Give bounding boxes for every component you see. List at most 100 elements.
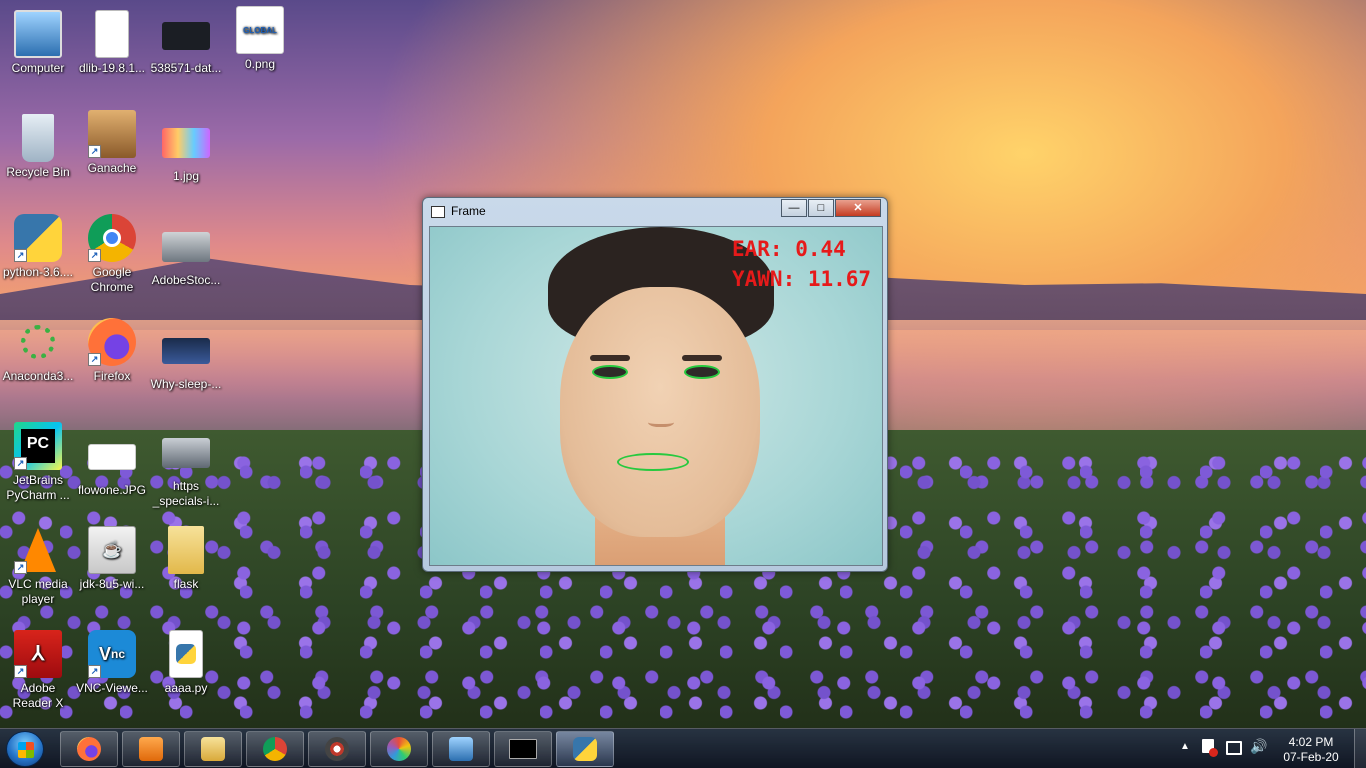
minimize-button[interactable]: — (781, 199, 807, 217)
start-button[interactable] (6, 731, 44, 767)
desktop-icon-label: VNC-Viewe... (76, 681, 148, 695)
frame-window[interactable]: Frame — □ ✕ EAR: 0.44 YAWN: 11.67 (422, 197, 888, 572)
desktop-icon-jdk[interactable]: ☕ jdk-8u5-wi... (74, 526, 150, 592)
network-app-icon (325, 737, 349, 761)
desktop-icon-pycharm[interactable]: PC ↗ JetBrains PyCharm ... (0, 422, 76, 503)
maximize-button[interactable]: □ (808, 199, 834, 217)
image-icon: GLOBAL (236, 6, 284, 54)
desktop-icon-label: python-3.6.... (2, 265, 74, 279)
desktop-icon-label: jdk-8u5-wi... (79, 577, 145, 591)
desktop-icon-why-sleep[interactable]: Why-sleep-... (148, 330, 224, 392)
clock-date: 07-Feb-20 (1283, 750, 1339, 764)
network-icon[interactable] (1226, 741, 1242, 755)
chrome-icon (263, 737, 287, 761)
video-frame: EAR: 0.44 YAWN: 11.67 (429, 226, 883, 566)
vlc-icon: ↗ (14, 526, 62, 574)
desktop-icon-google-chrome[interactable]: ↗ Google Chrome (74, 214, 150, 295)
desktop-icon-1jpg[interactable]: 1.jpg (148, 122, 224, 184)
right-eye-contour (684, 365, 720, 379)
image-icon (88, 444, 136, 470)
taskbar-firefox[interactable] (60, 731, 118, 767)
window-title: Frame (451, 204, 486, 218)
shortcut-arrow-icon: ↗ (14, 665, 27, 678)
desktop-icon-dlib[interactable]: dlib-19.8.1... (74, 10, 150, 76)
anaconda-icon (14, 318, 62, 366)
desktop-icon-label: Google Chrome (90, 265, 134, 294)
desktop-icon-label: Firefox (93, 369, 131, 383)
ear-readout: EAR: 0.44 (732, 237, 846, 261)
media-player-icon (139, 737, 163, 761)
desktop-icon-computer[interactable]: Computer (0, 10, 76, 76)
taskbar-control-panel[interactable] (432, 731, 490, 767)
computer-icon (14, 10, 62, 58)
cmd-icon (509, 739, 537, 759)
desktop-icon-label: 538571-dat... (150, 61, 222, 75)
shortcut-arrow-icon: ↗ (88, 249, 101, 262)
action-center-flag-icon[interactable] (1202, 739, 1218, 757)
taskbar-chrome[interactable] (246, 731, 304, 767)
desktop-icon-label: Why-sleep-... (150, 377, 222, 391)
desktop-icon-0png[interactable]: GLOBAL 0.png (222, 6, 298, 72)
shortcut-arrow-icon: ↗ (88, 353, 101, 366)
firefox-icon: ↗ (88, 318, 136, 366)
desktop-icon-label: aaaa.py (164, 681, 208, 695)
desktop-icon-label: AdobeStoc... (151, 273, 221, 287)
face (560, 287, 760, 537)
desktop-icon-firefox[interactable]: ↗ Firefox (74, 318, 150, 384)
shortcut-arrow-icon: ↗ (14, 561, 27, 574)
desktop-icon-adobestock[interactable]: AdobeStoc... (148, 226, 224, 288)
desktop-icon-label: Recycle Bin (6, 165, 70, 179)
taskbar-file-explorer[interactable] (184, 731, 242, 767)
desktop-icon-label: flowone.JPG (77, 483, 147, 497)
desktop-icon-label: flask (173, 577, 199, 591)
recycle-bin-icon (22, 114, 54, 162)
desktop-icon-recycle-bin[interactable]: Recycle Bin (0, 114, 76, 180)
yawn-readout: YAWN: 11.67 (732, 267, 872, 291)
window-app-icon (431, 206, 445, 218)
taskbar-cmd[interactable] (494, 731, 552, 767)
taskbar-paint[interactable] (370, 731, 428, 767)
desktop-icon-flask[interactable]: flask (148, 526, 224, 592)
desktop-icon-adobe-reader[interactable]: ⅄ ↗ Adobe Reader X (0, 630, 76, 711)
taskbar-python[interactable] (556, 731, 614, 767)
taskbar-clock[interactable]: 4:02 PM 07-Feb-20 (1276, 735, 1346, 765)
desktop-icon-python-installer[interactable]: ↗ python-3.6.... (0, 214, 76, 280)
show-desktop-button[interactable] (1354, 729, 1366, 768)
desktop-icon-label: 0.png (244, 57, 276, 71)
left-eye-contour (592, 365, 628, 379)
mouth-contour (617, 453, 689, 471)
clock-time: 4:02 PM (1288, 735, 1334, 749)
desktop-icon-vlc[interactable]: ↗ VLC media player (0, 526, 76, 607)
show-hidden-icons-button[interactable]: ▲ (1180, 741, 1190, 768)
desktop-icon-flowone[interactable]: flowone.JPG (74, 436, 150, 498)
desktop-icon-538571[interactable]: 538571-dat... (148, 10, 224, 76)
volume-icon[interactable]: 🔊 (1250, 738, 1267, 768)
desktop-icon-ganache[interactable]: ↗ Ganache (74, 110, 150, 176)
desktop-icon-label: https _specials-i... (152, 479, 220, 508)
shortcut-arrow-icon: ↗ (88, 145, 101, 158)
desktop-icon-label: 1.jpg (172, 169, 200, 183)
desktop-icon-label: Anaconda3... (2, 369, 74, 383)
taskbar-media-player[interactable] (122, 731, 180, 767)
desktop-icon-aaaa-py[interactable]: aaaa.py (148, 630, 224, 696)
python-icon (573, 737, 597, 761)
desktop-icon-https-specials[interactable]: https _specials-i... (148, 434, 224, 509)
desktop-icon-label: Adobe Reader X (12, 681, 64, 710)
java-installer-icon: ☕ (88, 526, 136, 574)
image-icon (162, 438, 210, 468)
close-button[interactable]: ✕ (835, 199, 881, 217)
control-panel-icon (449, 737, 473, 761)
image-icon (162, 232, 210, 262)
desktop-icon-label: JetBrains PyCharm ... (6, 473, 70, 502)
python-file-icon (169, 630, 203, 678)
firefox-icon (77, 737, 101, 761)
taskbar-network-app[interactable] (308, 731, 366, 767)
vnc-icon: Vnc ↗ (88, 630, 136, 678)
image-icon (162, 22, 210, 50)
desktop-icon-anaconda[interactable]: Anaconda3... (0, 318, 76, 384)
desktop-icon-label: dlib-19.8.1... (78, 61, 146, 75)
adobe-reader-icon: ⅄ ↗ (14, 630, 62, 678)
image-icon (162, 338, 210, 364)
desktop-icon-vnc-viewer[interactable]: Vnc ↗ VNC-Viewe... (74, 630, 150, 696)
shortcut-arrow-icon: ↗ (88, 665, 101, 678)
